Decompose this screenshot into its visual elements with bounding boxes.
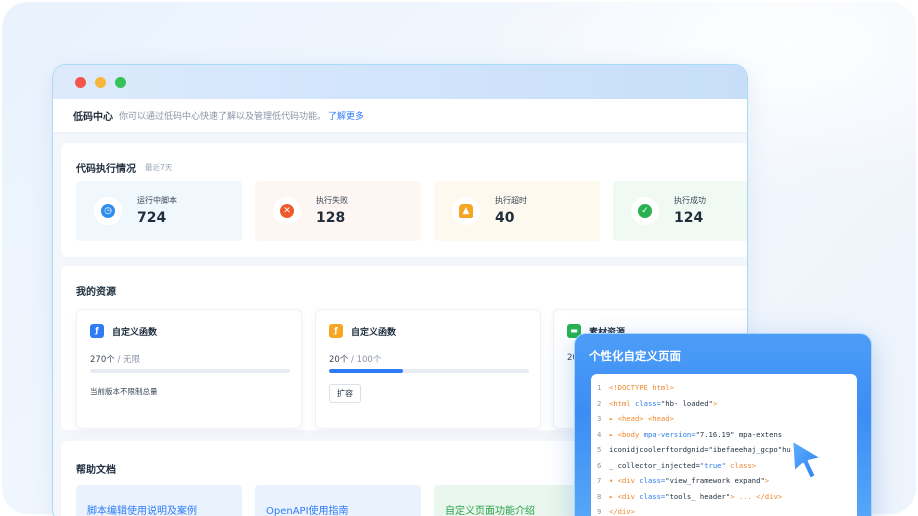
stat-value: 40 (495, 210, 515, 226)
stat-value: 128 (316, 210, 346, 226)
pointer-cursor-icon (790, 438, 824, 481)
code-text: ▸ <div class="tools_ header"> ... </div> (609, 491, 783, 501)
doc-link-script-guide[interactable]: 脚本编辑使用说明及案例 (76, 485, 242, 516)
stat-label: 运行中脚本 (137, 196, 177, 205)
execution-panel: 代码执行情况 最近7天 ◷ 运行中脚本 724 ✕ 执行失败 128 ▲ 执行超… (61, 143, 747, 257)
notice-bar: 低码中心 你可以通过低码中心快速了解以及管理低代码功能。 了解更多 (53, 99, 747, 133)
error-icon: ✕ (273, 197, 301, 225)
function-icon: ƒ (329, 324, 343, 338)
notice-title: 低码中心 (73, 112, 113, 123)
function-icon: ƒ (90, 324, 104, 338)
stat-card-success[interactable]: ✓ 执行成功 124 (613, 181, 747, 241)
line-number: 8 (597, 491, 602, 501)
code-text: <!DOCTYPE html> (609, 383, 674, 392)
stat-label: 执行失败 (316, 196, 348, 205)
resource-limit: / 100个 (351, 355, 382, 365)
stat-label: 执行超时 (495, 196, 527, 205)
learn-more-link[interactable]: 了解更多 (328, 109, 364, 122)
close-window-button[interactable] (75, 76, 86, 88)
code-text: ▸ <head> <head> (609, 414, 674, 423)
notice-text: 你可以通过低码中心快速了解以及管理低代码功能。 (119, 112, 327, 122)
stat-card-failed[interactable]: ✕ 执行失败 128 (255, 181, 421, 241)
line-number: 3 (597, 414, 602, 423)
window-titlebar (53, 65, 747, 99)
code-text: ▾ <div class="view_framework expand"> (609, 476, 770, 485)
resource-card-functions-2[interactable]: ƒ 自定义函数 20个 / 100个 扩容 (315, 309, 541, 429)
line-number: 2 (597, 398, 602, 408)
line-number: 1 (597, 383, 602, 392)
code-text: </div> (609, 507, 635, 516)
stat-label: 执行成功 (674, 196, 706, 205)
line-number: 7 (597, 476, 602, 485)
code-text: ▸ <body mpa-version="7.16.19" mpa-extens (609, 429, 783, 439)
code-text: <html class="hb- loaded"> (609, 398, 718, 408)
usage-progress-bar (329, 369, 529, 373)
clock-icon: ◷ (94, 197, 122, 225)
resource-name: 自定义函数 (112, 327, 158, 338)
execution-title: 代码执行情况 (76, 164, 136, 175)
expand-capacity-button[interactable]: 扩容 (329, 384, 361, 403)
code-text: iconidjcoolerftordgnid="ibefaeehaj_gcpo"… (609, 445, 796, 454)
resource-note: 当前版本不限制总量 (90, 387, 158, 396)
resource-limit: / 无限 (117, 355, 141, 365)
line-number: 5 (597, 445, 602, 454)
alarm-icon: ▲ (452, 197, 480, 225)
execution-subtitle: 最近7天 (145, 163, 173, 172)
minimize-window-button[interactable] (95, 76, 106, 88)
check-icon: ✓ (631, 197, 659, 225)
line-number: 6 (597, 460, 602, 470)
usage-progress-bar (90, 369, 290, 373)
doc-link-openapi[interactable]: OpenAPI使用指南 (255, 485, 421, 516)
stat-value: 724 (137, 210, 167, 226)
popup-title: 个性化自定义页面 (589, 349, 681, 363)
line-number: 4 (597, 429, 602, 439)
stat-card-timeout[interactable]: ▲ 执行超时 40 (434, 181, 600, 241)
resource-name: 自定义函数 (351, 327, 397, 338)
docs-title: 帮助文档 (76, 465, 116, 476)
custom-page-popup: 个性化自定义页面 1 <!DOCTYPE html> 2 <html class="h… (574, 333, 872, 516)
stat-card-running[interactable]: ◷ 运行中脚本 724 (76, 181, 242, 241)
code-text: _ collector_injected="true" class> (609, 460, 757, 470)
resource-used: 270个 (90, 355, 115, 365)
resources-title: 我的资源 (76, 287, 116, 298)
resource-card-functions[interactable]: ƒ 自定义函数 270个 / 无限 当前版本不限制总量 (76, 309, 302, 429)
maximize-window-button[interactable] (115, 76, 126, 88)
resource-used: 20个 (329, 355, 349, 365)
stat-value: 124 (674, 210, 704, 226)
line-number: 9 (597, 507, 602, 516)
